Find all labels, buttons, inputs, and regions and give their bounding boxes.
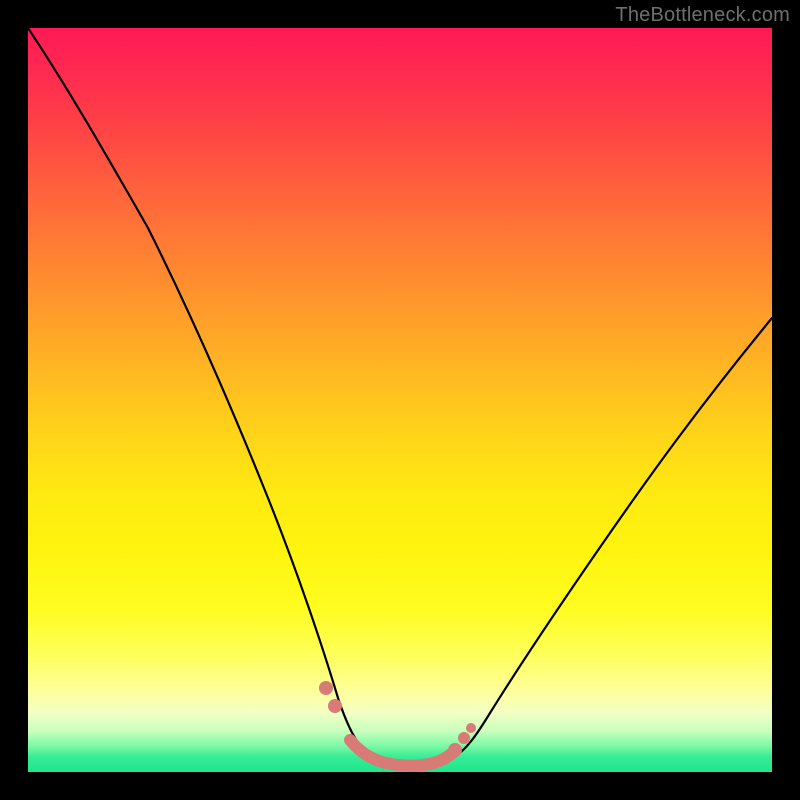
- optimal-range-marker: [350, 740, 451, 766]
- bottleneck-curve: [28, 28, 772, 766]
- marker-dot: [458, 732, 470, 744]
- marker-dot: [448, 743, 462, 757]
- marker-dot: [328, 699, 342, 713]
- watermark-label: TheBottleneck.com: [615, 4, 790, 27]
- curve-svg: [28, 28, 772, 772]
- plot-area: [28, 28, 772, 772]
- chart-frame: TheBottleneck.com: [0, 0, 800, 800]
- marker-dot: [319, 681, 333, 695]
- marker-dot: [466, 723, 476, 733]
